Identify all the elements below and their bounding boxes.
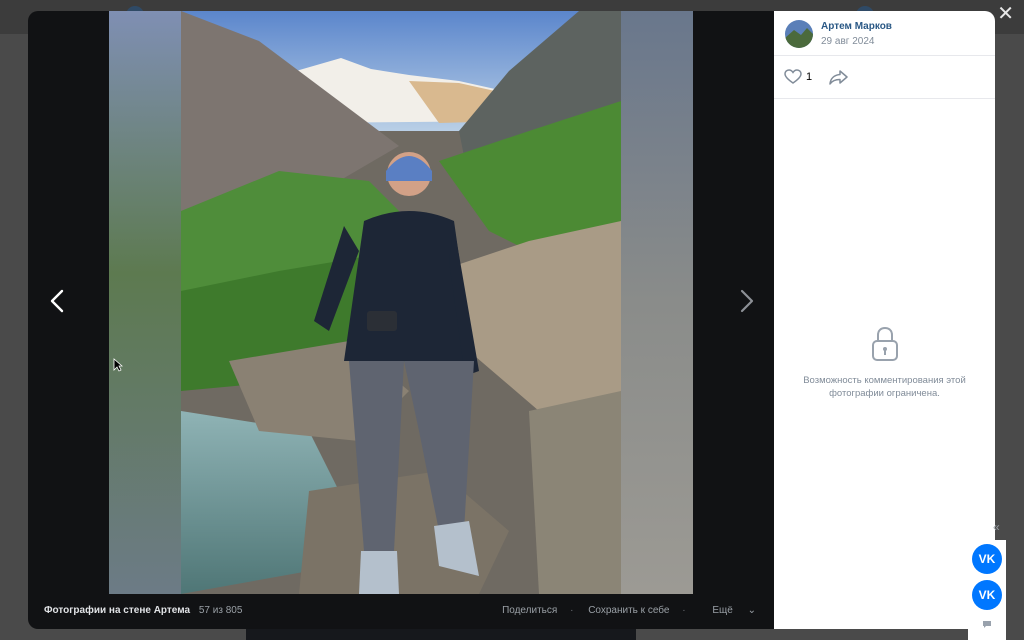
author-name[interactable]: Артем Марков xyxy=(821,21,892,32)
author-header: Артем Марков 29 авг 2024 xyxy=(774,11,995,56)
close-icon[interactable]: ✕ xyxy=(997,4,1014,24)
separator-dot: · xyxy=(682,605,686,616)
more-label: Ещё xyxy=(712,605,733,616)
messenger-widget: VK VK xyxy=(968,540,1006,640)
page-backdrop-image xyxy=(246,628,636,640)
vk-logo-text: VK xyxy=(978,552,996,566)
chevron-down-icon: ⌄ xyxy=(747,605,756,616)
chevron-right-icon[interactable] xyxy=(726,281,766,321)
photo xyxy=(109,11,693,594)
more-menu[interactable]: Ещё ⌄ xyxy=(700,605,756,616)
save-link[interactable]: Сохранить к себе xyxy=(588,605,669,616)
share-link[interactable]: Поделиться xyxy=(502,605,557,616)
photo-viewer: Фотографии на стене Артема 57 из 805 Под… xyxy=(28,11,774,629)
avatar[interactable] xyxy=(785,20,813,48)
album-link[interactable]: Фотографии на стене Артема xyxy=(44,605,190,616)
vk-logo-button[interactable]: VK xyxy=(972,544,1002,574)
heart-icon xyxy=(784,69,802,84)
double-chevron-left-icon[interactable]: « xyxy=(993,520,1000,534)
viewer-footer: Фотографии на стене Артема 57 из 805 Под… xyxy=(28,594,774,629)
comments-restricted-message: Возможность комментирования этой фотогра… xyxy=(803,375,966,399)
separator-dot: · xyxy=(570,605,574,616)
vk-logo-button[interactable]: VK xyxy=(972,580,1002,610)
chevron-left-icon[interactable] xyxy=(38,281,78,321)
share-arrow-icon[interactable] xyxy=(829,69,849,85)
like-button[interactable]: 1 xyxy=(784,69,812,85)
album-info: Фотографии на стене Артема 57 из 805 xyxy=(44,605,242,616)
photo-counter: 57 из 805 xyxy=(198,605,243,616)
comments-restricted: Возможность комментирования этой фотогра… xyxy=(774,325,995,400)
like-count: 1 xyxy=(806,71,813,83)
chat-icon[interactable] xyxy=(982,620,992,629)
lock-icon xyxy=(871,326,898,361)
post-date[interactable]: 29 авг 2024 xyxy=(821,36,874,47)
photo-info-panel: Артем Марков 29 авг 2024 1 Возможность к… xyxy=(774,11,995,629)
mouse-cursor xyxy=(113,358,123,372)
photo-frame xyxy=(109,11,693,594)
reactions-bar: 1 xyxy=(774,56,995,99)
viewer-actions: Поделиться · Сохранить к себе · Ещё ⌄ xyxy=(490,605,756,616)
vk-logo-text: VK xyxy=(978,588,996,602)
